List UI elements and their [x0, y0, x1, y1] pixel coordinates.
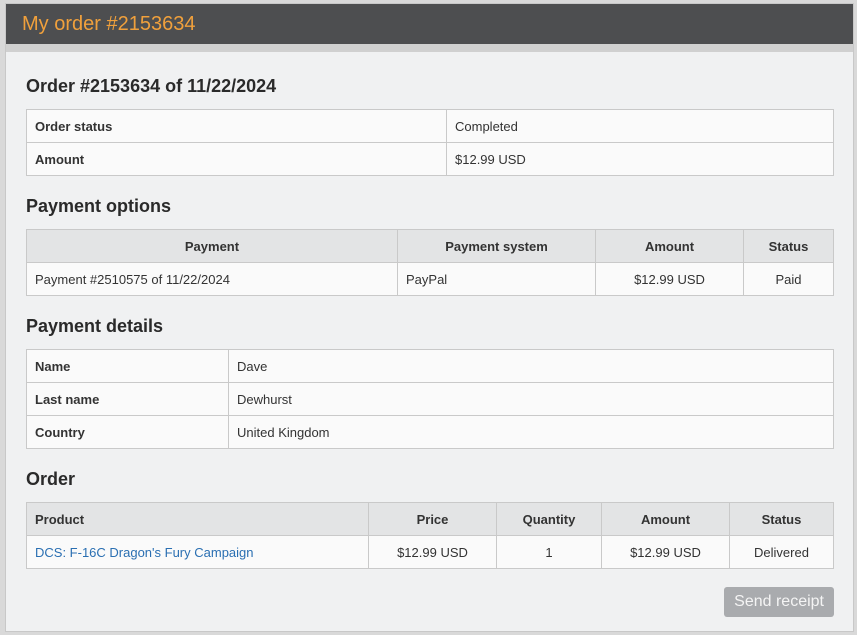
send-receipt-button[interactable]: Send receipt [724, 587, 834, 617]
table-row: Amount $12.99 USD [26, 142, 834, 176]
table-row: DCS: F-16C Dragon's Fury Campaign $12.99… [26, 535, 834, 569]
actions-row: Send receipt [26, 587, 834, 617]
table-row: Payment #2510575 of 11/22/2024 PayPal $1… [26, 262, 834, 296]
window-title: My order #2153634 [22, 12, 196, 35]
payment-details-heading: Payment details [26, 316, 164, 336]
order-status-label: Order status [26, 109, 447, 143]
order-summary-table: Order status Completed Amount $12.99 USD [26, 109, 834, 176]
payment-amount-cell: $12.99 USD [595, 262, 744, 296]
country-value: United Kingdom [228, 415, 834, 449]
item-amount-cell: $12.99 USD [601, 535, 730, 569]
payment-system-cell: PayPal [397, 262, 596, 296]
column-header-status: Status [729, 502, 834, 536]
last-name-label: Last name [26, 382, 229, 416]
amount-label: Amount [26, 142, 447, 176]
titlebar-divider [6, 44, 853, 52]
column-header-status: Status [743, 229, 834, 263]
window-titlebar: My order #2153634 [6, 4, 853, 44]
column-header-amount: Amount [595, 229, 744, 263]
product-cell: DCS: F-16C Dragon's Fury Campaign [26, 535, 369, 569]
table-row: Country United Kingdom [26, 415, 834, 449]
order-heading: Order #2153634 of 11/22/2024 [26, 76, 277, 96]
column-header-quantity: Quantity [496, 502, 602, 536]
name-value: Dave [228, 349, 834, 383]
order-window: My order #2153634 Order #2153634 of 11/2… [5, 3, 854, 632]
payment-cell: Payment #2510575 of 11/22/2024 [26, 262, 398, 296]
payment-details-table: Name Dave Last name Dewhurst Country Uni… [26, 349, 834, 449]
country-label: Country [26, 415, 229, 449]
table-header-row: Payment Payment system Amount Status [26, 229, 834, 263]
column-header-product: Product [26, 502, 369, 536]
order-items-table: Product Price Quantity Amount Status DCS… [26, 502, 834, 569]
name-label: Name [26, 349, 229, 383]
table-row: Name Dave [26, 349, 834, 383]
column-header-payment: Payment [26, 229, 398, 263]
product-link[interactable]: DCS: F-16C Dragon's Fury Campaign [35, 545, 254, 560]
amount-value: $12.99 USD [446, 142, 834, 176]
payment-options-heading: Payment options [26, 196, 172, 216]
payment-options-table: Payment Payment system Amount Status Pay… [26, 229, 834, 296]
price-cell: $12.99 USD [368, 535, 497, 569]
payment-status-cell: Paid [743, 262, 834, 296]
table-row: Order status Completed [26, 109, 834, 143]
quantity-cell: 1 [496, 535, 602, 569]
table-header-row: Product Price Quantity Amount Status [26, 502, 834, 536]
column-header-payment-system: Payment system [397, 229, 596, 263]
last-name-value: Dewhurst [228, 382, 834, 416]
column-header-amount: Amount [601, 502, 730, 536]
column-header-price: Price [368, 502, 497, 536]
order-items-heading: Order [26, 469, 76, 489]
order-status-value: Completed [446, 109, 834, 143]
item-status-cell: Delivered [729, 535, 834, 569]
table-row: Last name Dewhurst [26, 382, 834, 416]
order-content: Order #2153634 of 11/22/2024 Order statu… [6, 52, 853, 617]
